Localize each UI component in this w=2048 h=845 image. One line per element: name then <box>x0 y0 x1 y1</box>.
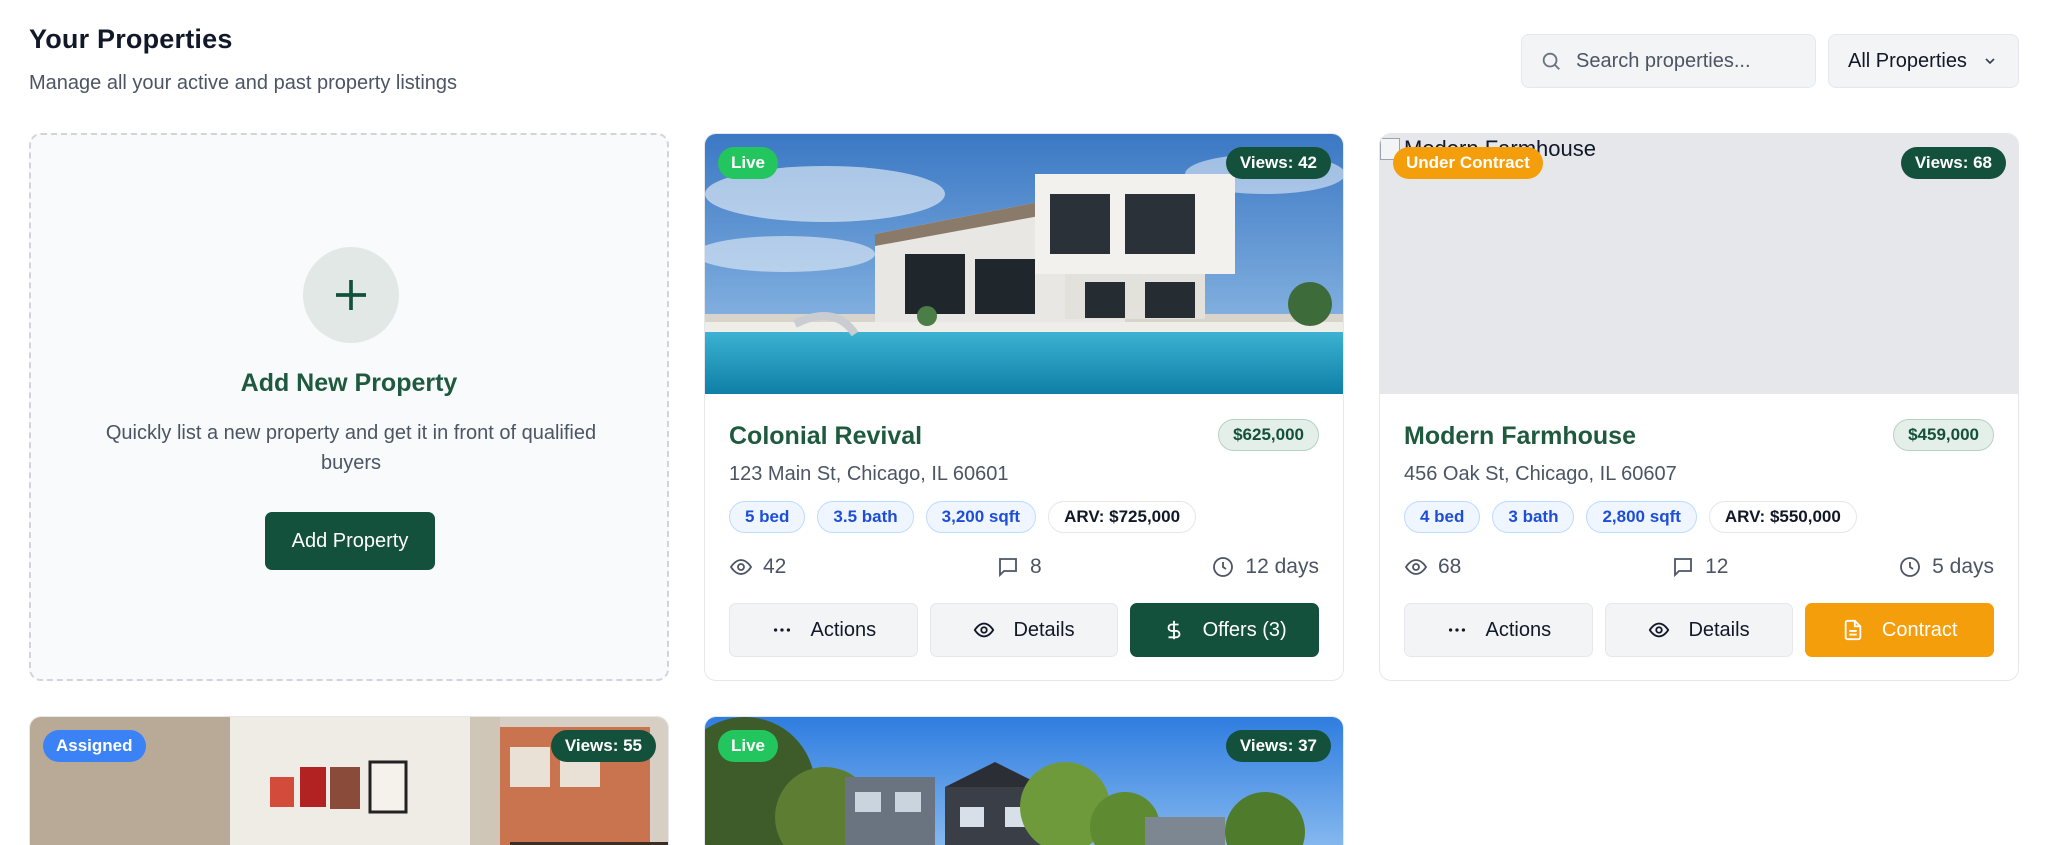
arv-chip: ARV: $550,000 <box>1708 501 1857 533</box>
arv-chip: ARV: $725,000 <box>1048 501 1197 533</box>
eye-icon <box>729 559 753 575</box>
document-icon <box>1844 619 1862 641</box>
chevron-down-icon <box>1985 58 1995 65</box>
property-card[interactable]: Modern Farmhouse Under Contract Views: 6… <box>1379 133 2019 681</box>
comments-stat: 12 <box>1671 555 1728 579</box>
add-property-card[interactable]: Add New Property Quickly list a new prop… <box>29 133 669 681</box>
actions-label: Actions <box>1485 618 1552 641</box>
property-specs: 5 bed 3.5 bath 3,200 sqft ARV: $725,000 <box>729 501 1197 533</box>
property-filter-select[interactable]: All Properties <box>1828 34 2019 88</box>
property-image[interactable]: Live Views: 42 <box>705 134 1343 394</box>
baths-chip: 3.5 bath <box>817 501 914 533</box>
days-stat: 12 days <box>1211 555 1319 579</box>
views-badge: Views: 68 <box>1900 147 2006 179</box>
property-card[interactable]: Live Views: 42 Colonial Revival $625,000… <box>704 133 1344 681</box>
views-stat: 68 <box>1404 555 1461 579</box>
add-property-button[interactable]: Add Property <box>265 512 435 570</box>
status-badge: Live <box>718 730 779 762</box>
views-count: 42 <box>763 555 787 578</box>
property-card[interactable]: Assigned Views: 55 <box>29 716 669 845</box>
filter-selected-label: All Properties <box>1848 49 1967 72</box>
baths-chip: 3 bath <box>1492 501 1575 533</box>
add-property-description: Quickly list a new property and get it i… <box>105 422 597 474</box>
details-label: Details <box>1013 618 1075 641</box>
clock-icon <box>1213 557 1234 577</box>
add-circle[interactable] <box>303 247 399 343</box>
sqft-chip: 3,200 sqft <box>925 501 1037 533</box>
beds-chip: 4 bed <box>1404 501 1481 533</box>
views-badge: Views: 42 <box>1225 147 1331 179</box>
page-subtitle: Manage all your active and past property… <box>29 72 458 94</box>
property-specs: 4 bed 3 bath 2,800 sqft ARV: $550,000 <box>1404 501 1857 533</box>
more-icon <box>1448 628 1465 632</box>
card-actions: Actions Details Offers (3) <box>729 603 1320 657</box>
status-badge: Assigned <box>43 730 146 762</box>
search-icon <box>1542 52 1560 70</box>
comments-count: 8 <box>1030 555 1042 578</box>
property-stats: 68 12 5 days <box>1404 552 1994 582</box>
comment-icon <box>1674 558 1692 578</box>
sqft-chip: 2,800 sqft <box>1586 501 1697 533</box>
property-card[interactable]: Live Views: 37 <box>704 716 1344 845</box>
add-property-title: Add New Property <box>240 369 458 397</box>
views-badge: Views: 37 <box>1225 730 1331 762</box>
plus-icon <box>336 280 366 310</box>
property-image[interactable]: Assigned Views: 55 <box>30 717 668 845</box>
comment-icon <box>999 558 1017 578</box>
views-count: 68 <box>1438 555 1462 578</box>
days-on-market: 12 days <box>1245 555 1319 578</box>
property-image[interactable]: Live Views: 37 <box>705 717 1343 845</box>
more-icon <box>773 628 790 632</box>
actions-label: Actions <box>810 618 877 641</box>
days-stat: 5 days <box>1898 555 1994 579</box>
property-address: 123 Main St, Chicago, IL 60601 <box>729 463 1009 485</box>
days-on-market: 5 days <box>1932 555 1994 578</box>
search-input[interactable] <box>1576 49 1796 73</box>
dollar-icon <box>1167 620 1180 640</box>
eye-icon <box>974 622 995 638</box>
contract-label: Contract <box>1881 618 1958 641</box>
property-address: 456 Oak St, Chicago, IL 60607 <box>1404 463 1677 485</box>
contract-button[interactable]: Contract <box>1805 603 1995 657</box>
details-label: Details <box>1688 618 1750 641</box>
status-badge: Under Contract <box>1393 147 1543 179</box>
views-stat: 42 <box>729 555 786 579</box>
price-badge: $625,000 <box>1218 419 1319 451</box>
property-stats: 42 8 12 days <box>729 552 1319 582</box>
property-title[interactable]: Modern Farmhouse <box>1404 422 1636 451</box>
details-button[interactable]: Details <box>929 603 1119 657</box>
search-box[interactable] <box>1521 34 1816 88</box>
beds-chip: 5 bed <box>729 501 806 533</box>
comments-count: 12 <box>1705 555 1729 578</box>
price-badge: $459,000 <box>1893 419 1994 451</box>
actions-button[interactable]: Actions <box>1404 603 1593 657</box>
actions-button[interactable]: Actions <box>729 603 918 657</box>
property-title[interactable]: Colonial Revival <box>729 422 922 451</box>
views-badge: Views: 55 <box>550 730 656 762</box>
comments-stat: 8 <box>996 555 1042 579</box>
status-badge: Live <box>718 147 779 179</box>
offers-label: Offers (3) <box>1202 618 1287 641</box>
eye-icon <box>1649 622 1670 638</box>
page-title: Your Properties <box>29 24 233 54</box>
clock-icon <box>1900 557 1921 577</box>
offers-button[interactable]: Offers (3) <box>1130 603 1320 657</box>
details-button[interactable]: Details <box>1604 603 1794 657</box>
property-image[interactable]: Modern Farmhouse Under Contract Views: 6… <box>1380 134 2018 394</box>
card-actions: Actions Details Contract <box>1404 603 1995 657</box>
eye-icon <box>1404 559 1428 575</box>
